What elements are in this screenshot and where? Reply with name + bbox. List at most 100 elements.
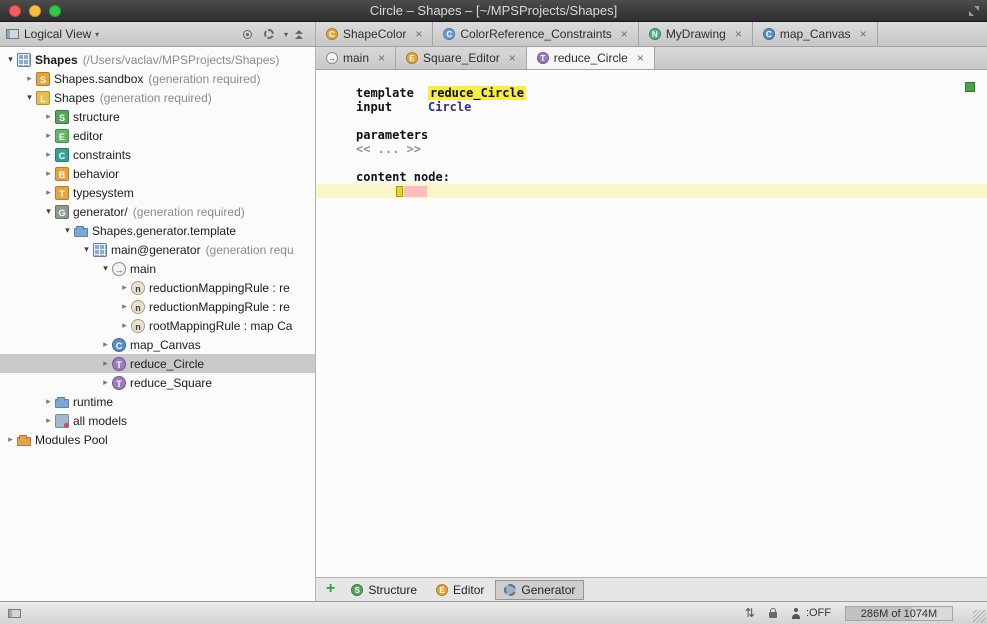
tree-item-main-generator[interactable]: ▾main@generator(generation requ xyxy=(0,240,315,259)
template-name[interactable]: reduce_Circle xyxy=(428,86,526,100)
window-title: Circle – Shapes – [~/MPSProjects/Shapes] xyxy=(370,3,617,18)
typesystem-icon: T xyxy=(55,186,69,200)
close-icon[interactable]: × xyxy=(415,27,422,41)
tab-label: ColorReference_Constraints xyxy=(460,27,611,41)
close-icon[interactable]: × xyxy=(621,27,628,41)
template-t-icon: T xyxy=(537,52,549,64)
tree-item-constraints[interactable]: ▸Cconstraints xyxy=(0,145,315,164)
status-bar-widgets: ⇅ :OFF 286M of 1074M xyxy=(745,606,953,621)
project-tree[interactable]: ▾Shapes(/Users/vaclav/MPSProjects/Shapes… xyxy=(0,47,316,601)
resize-grip-icon[interactable] xyxy=(973,610,986,623)
canvas-icon: C xyxy=(763,28,775,40)
memory-indicator[interactable]: 286M of 1074M xyxy=(845,606,953,621)
close-icon[interactable]: × xyxy=(378,51,385,65)
parameters-placeholder[interactable]: << ... >> xyxy=(356,142,421,156)
chevron-right-icon[interactable]: ▸ xyxy=(42,168,55,179)
chevron-right-icon[interactable]: ▸ xyxy=(99,377,112,388)
chevron-down-icon[interactable]: ▾ xyxy=(4,54,17,65)
toolwindow-toggle-icon[interactable] xyxy=(8,609,21,618)
close-icon[interactable]: × xyxy=(860,27,867,41)
blank-line xyxy=(316,156,987,170)
chevron-right-icon[interactable]: ▸ xyxy=(42,187,55,198)
template-line: templatereduce_Circle xyxy=(316,86,987,100)
tree-item-typesystem[interactable]: ▸Ttypesystem xyxy=(0,183,315,202)
chevron-right-icon[interactable]: ▸ xyxy=(118,301,131,312)
close-icon[interactable]: × xyxy=(735,27,742,41)
tree-item-structure[interactable]: ▸Sstructure xyxy=(0,107,315,126)
collapse-all-icon[interactable] xyxy=(294,30,303,39)
tree-item-modules-pool[interactable]: ▸Modules Pool xyxy=(0,430,315,449)
chevron-down-icon[interactable]: ▾ xyxy=(23,92,36,103)
tree-item-reduce-square[interactable]: ▸Treduce_Square xyxy=(0,373,315,392)
close-icon[interactable]: × xyxy=(509,51,516,65)
tree-item-shapes-generator-template[interactable]: ▾Shapes.generator.template xyxy=(0,221,315,240)
chevron-down-icon[interactable]: ▾ xyxy=(95,30,99,39)
chevron-right-icon[interactable]: ▸ xyxy=(42,111,55,122)
tree-item-rootmappingrule-map-ca[interactable]: ▸nrootMappingRule : map Ca xyxy=(0,316,315,335)
title-bar[interactable]: Circle – Shapes – [~/MPSProjects/Shapes] xyxy=(0,0,987,22)
chevron-right-icon[interactable]: ▸ xyxy=(99,358,112,369)
tab-colorreference-constraints[interactable]: CColorReference_Constraints× xyxy=(433,22,638,46)
gear-chevron-down-icon[interactable]: ▾ xyxy=(284,30,288,39)
tab-reduce-circle[interactable]: Treduce_Circle× xyxy=(527,47,655,69)
tree-item-runtime[interactable]: ▸runtime xyxy=(0,392,315,411)
bottom-tab-label: Editor xyxy=(453,583,484,597)
tree-item-shapes[interactable]: ▾Shapes(/Users/vaclav/MPSProjects/Shapes… xyxy=(0,50,315,69)
bottom-tab-structure[interactable]: SStructure xyxy=(343,581,425,599)
bottom-tab-generator[interactable]: Generator xyxy=(495,580,584,600)
input-value[interactable]: Circle xyxy=(428,100,471,114)
scroll-to-source-icon[interactable] xyxy=(243,30,252,39)
editor-panel: →main×ESquare_Editor×Treduce_Circle× tem… xyxy=(316,47,987,601)
main-icon: → xyxy=(112,262,126,276)
bottom-tab-editor[interactable]: EEditor xyxy=(428,581,492,599)
chevron-down-icon[interactable]: ▾ xyxy=(80,244,93,255)
chevron-down-icon[interactable]: ▾ xyxy=(99,263,112,274)
tree-item-shapes[interactable]: ▾LShapes(generation required) xyxy=(0,88,315,107)
tab-map-canvas[interactable]: Cmap_Canvas× xyxy=(753,22,878,46)
tree-item-all-models[interactable]: ▸all models xyxy=(0,411,315,430)
inspection-status-icon[interactable] xyxy=(965,82,975,92)
updown-arrows-icon[interactable]: ⇅ xyxy=(745,606,755,620)
view-selector[interactable]: Logical View xyxy=(24,27,91,41)
cursor-cell[interactable] xyxy=(396,186,403,197)
chevron-right-icon[interactable]: ▸ xyxy=(23,73,36,84)
add-aspect-button[interactable]: + xyxy=(326,580,335,598)
chevron-right-icon[interactable]: ▸ xyxy=(99,339,112,350)
chevron-down-icon[interactable]: ▾ xyxy=(61,225,74,236)
tree-item-shapes-sandbox[interactable]: ▸SShapes.sandbox(generation required) xyxy=(0,69,315,88)
fullscreen-icon[interactable] xyxy=(969,6,979,16)
lock-icon[interactable] xyxy=(769,612,777,618)
gear-icon[interactable] xyxy=(264,29,274,39)
minimize-button[interactable] xyxy=(29,5,41,17)
language-icon: L xyxy=(36,91,50,105)
tree-item-main[interactable]: ▾→main xyxy=(0,259,315,278)
error-cell[interactable] xyxy=(404,186,427,197)
tree-item-behavior[interactable]: ▸Bbehavior xyxy=(0,164,315,183)
zoom-button[interactable] xyxy=(49,5,61,17)
chevron-right-icon[interactable]: ▸ xyxy=(42,396,55,407)
editor-tab-row-1: CShapeColor× C ColorReference_Constraints ×… xyxy=(316,22,987,46)
tree-item-generator[interactable]: ▾Ggenerator/(generation required) xyxy=(0,202,315,221)
tab-square-editor[interactable]: ESquare_Editor× xyxy=(396,47,527,69)
chevron-right-icon[interactable]: ▸ xyxy=(42,415,55,426)
close-icon[interactable]: × xyxy=(637,51,644,65)
current-line[interactable] xyxy=(316,184,987,198)
tab-main[interactable]: →main× xyxy=(316,47,396,69)
tree-item-map-canvas[interactable]: ▸Cmap_Canvas xyxy=(0,335,315,354)
hector-icon[interactable] xyxy=(791,608,801,619)
chevron-right-icon[interactable]: ▸ xyxy=(4,434,17,445)
editor-area[interactable]: templatereduce_Circle inputCircle parame… xyxy=(316,70,987,577)
chevron-right-icon[interactable]: ▸ xyxy=(118,320,131,331)
chevron-down-icon[interactable]: ▾ xyxy=(42,206,55,217)
chevron-right-icon[interactable]: ▸ xyxy=(118,282,131,293)
tree-item-editor[interactable]: ▸Eeditor xyxy=(0,126,315,145)
tab-mydrawing[interactable]: NMyDrawing× xyxy=(639,22,753,46)
tree-item-reductionmappingrule-re[interactable]: ▸nreductionMappingRule : re xyxy=(0,278,315,297)
aspect-tabs: SStructureEEditorGenerator xyxy=(343,578,587,601)
tab-shapecolor[interactable]: CShapeColor× xyxy=(316,22,433,46)
chevron-right-icon[interactable]: ▸ xyxy=(42,149,55,160)
tree-item-reduce-circle[interactable]: ▸Treduce_Circle xyxy=(0,354,315,373)
close-button[interactable] xyxy=(9,5,21,17)
chevron-right-icon[interactable]: ▸ xyxy=(42,130,55,141)
tree-item-reductionmappingrule-re[interactable]: ▸nreductionMappingRule : re xyxy=(0,297,315,316)
